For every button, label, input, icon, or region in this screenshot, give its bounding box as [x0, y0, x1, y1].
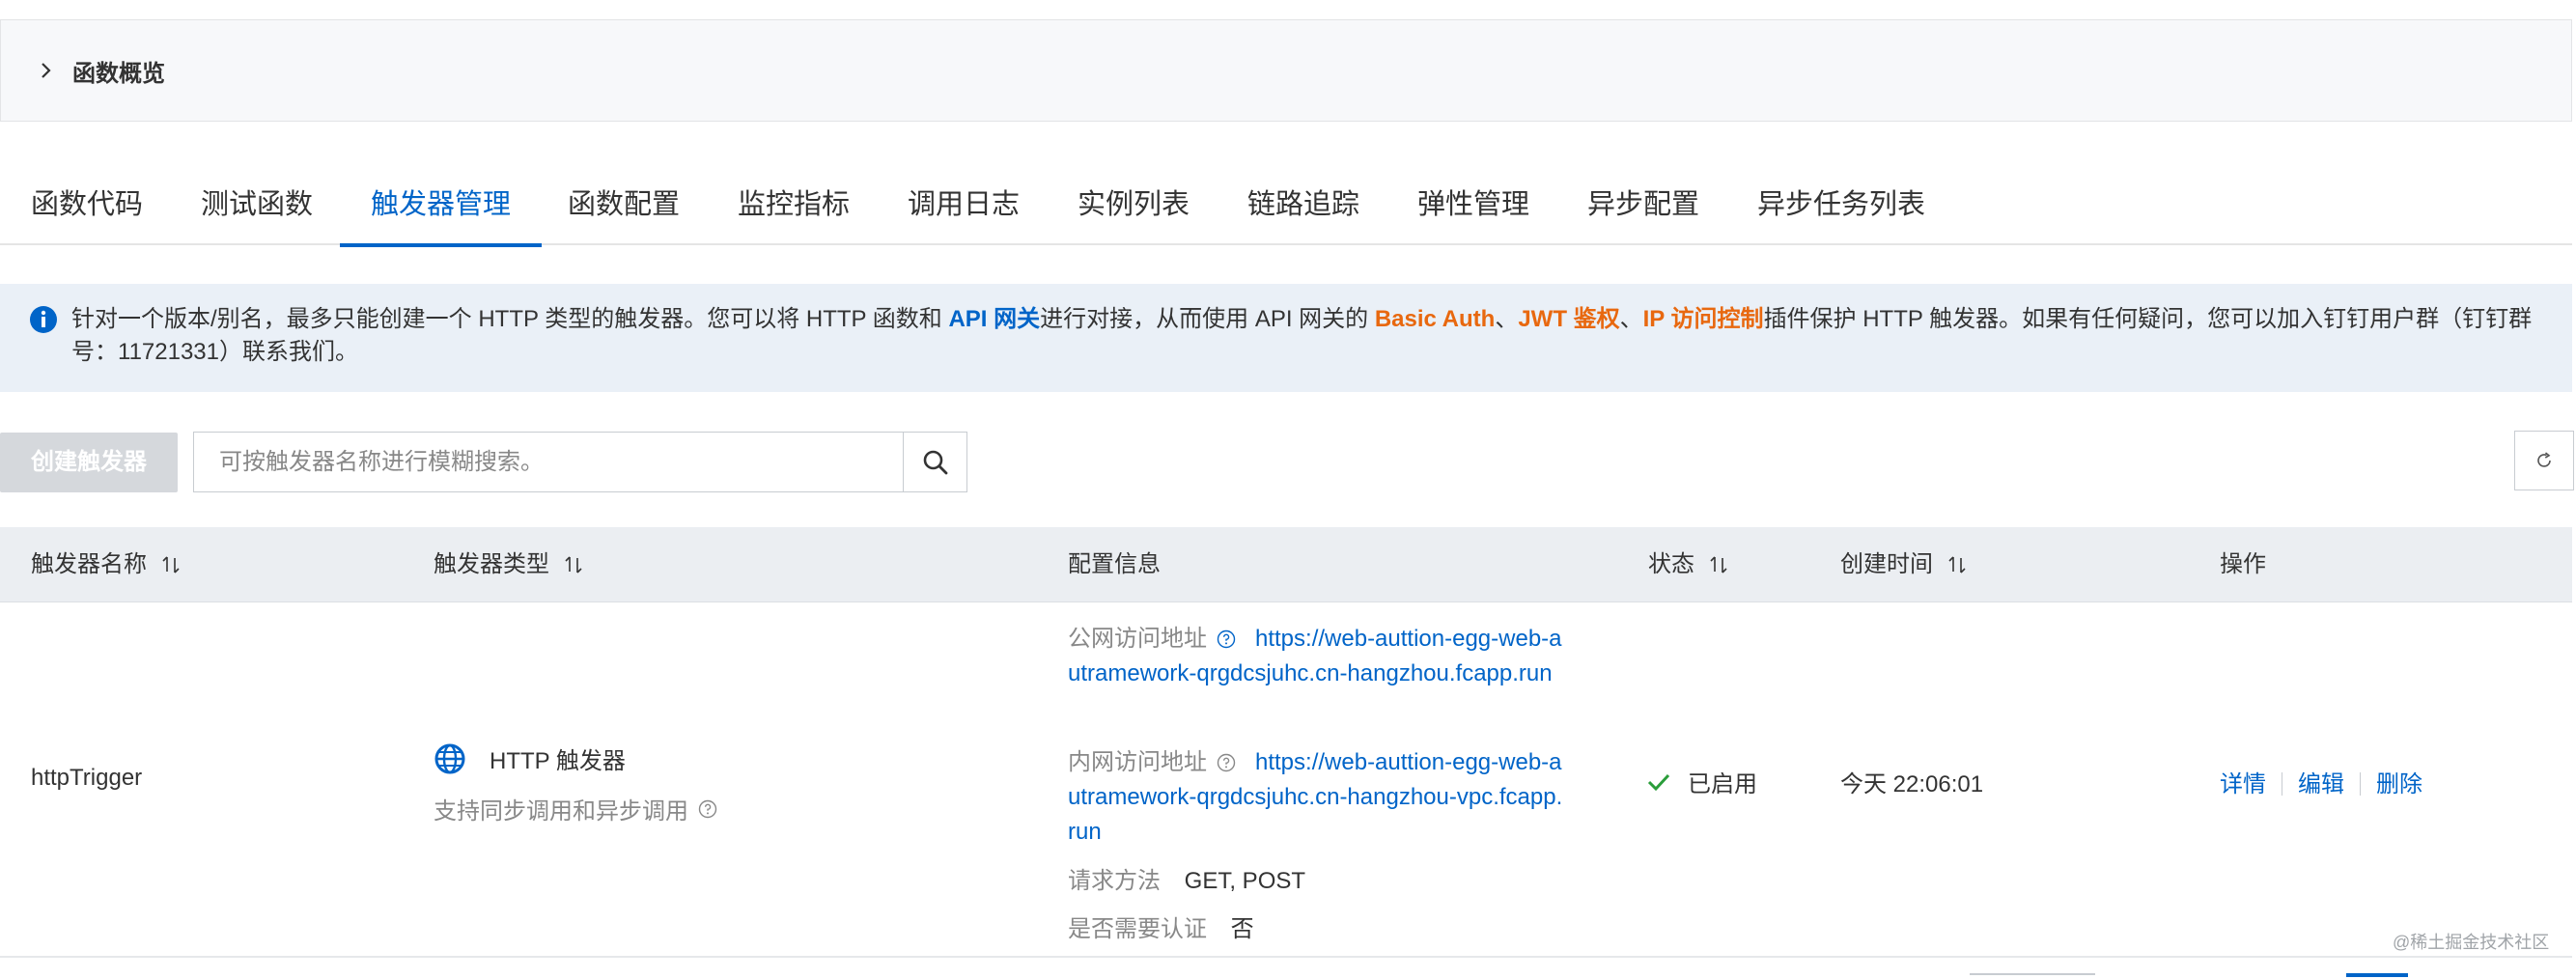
- tab-scaling[interactable]: 弹性管理: [1386, 164, 1560, 245]
- col-header-type[interactable]: 触发器类型: [434, 527, 584, 602]
- sort-icon[interactable]: [563, 554, 584, 575]
- tab-tracing[interactable]: 链路追踪: [1217, 164, 1390, 245]
- tab-async-config[interactable]: 异步配置: [1556, 164, 1730, 245]
- public-url-label: 公网访问地址: [1068, 626, 1207, 652]
- ip-access-control-link[interactable]: IP 访问控制: [1643, 306, 1764, 332]
- action-divider: [2360, 772, 2361, 796]
- tab-instance-list[interactable]: 实例列表: [1047, 164, 1220, 245]
- api-gateway-link[interactable]: API 网关: [948, 306, 1040, 332]
- help-icon[interactable]: [698, 799, 717, 819]
- tab-function-code[interactable]: 函数代码: [0, 164, 174, 245]
- status-text: 已启用: [1688, 771, 1757, 797]
- trigger-type-desc: 支持同步调用和异步调用: [434, 792, 729, 825]
- trigger-type-label: HTTP 触发器: [490, 748, 626, 774]
- trigger-name: httpTrigger: [31, 765, 143, 791]
- info-notice: 针对一个版本/别名，最多只能创建一个 HTTP 类型的触发器。您可以将 HTTP…: [0, 284, 2572, 392]
- info-icon: [30, 306, 57, 333]
- sort-icon[interactable]: [1946, 554, 1968, 575]
- refresh-icon: [2537, 452, 2551, 467]
- sort-icon[interactable]: [160, 554, 182, 575]
- col-header-type-label: 触发器类型: [434, 551, 549, 577]
- notice-text-part1: 针对一个版本/别名，最多只能创建一个 HTTP 类型的触发器。您可以将 HTTP…: [71, 306, 949, 332]
- overview-title: 函数概览: [72, 60, 165, 87]
- basic-auth-link[interactable]: Basic Auth: [1375, 306, 1495, 332]
- chevron-right-icon: [42, 63, 51, 78]
- status-badge: 已启用: [1645, 765, 1757, 798]
- trigger-type: HTTP 触发器: [434, 741, 626, 775]
- row-actions: 详情 编辑 删除: [2220, 765, 2422, 798]
- help-icon[interactable]: [1217, 629, 1236, 649]
- edit-link[interactable]: 编辑: [2298, 771, 2344, 797]
- col-header-actions: 操作: [2220, 527, 2266, 602]
- trigger-type-desc-text: 支持同步调用和异步调用: [434, 798, 688, 825]
- col-header-created-label: 创建时间: [1840, 551, 1933, 577]
- created-time: 今天 22:06:01: [1840, 771, 1984, 797]
- tab-monitoring-metrics[interactable]: 监控指标: [707, 164, 881, 245]
- function-tabs: 函数代码 测试函数 触发器管理 函数配置 监控指标 调用日志 实例列表 链路追踪…: [0, 164, 2572, 247]
- tab-async-task-list[interactable]: 异步任务列表: [1726, 164, 1956, 245]
- notice-separator: 、: [1619, 306, 1643, 332]
- col-header-config-label: 配置信息: [1068, 551, 1161, 577]
- internal-url-label: 内网访问地址: [1068, 749, 1207, 775]
- check-icon: [1647, 773, 1670, 791]
- internal-url-block: 内网访问地址 https://web-auttion-egg-web-autram…: [1068, 745, 1570, 850]
- pagination-active-partial: [2346, 973, 2408, 977]
- notice-text-part2: 进行对接，从而使用 API 网关的: [1040, 306, 1375, 332]
- pagination-partial: [1970, 973, 2095, 979]
- col-header-name-label: 触发器名称: [31, 551, 147, 577]
- col-header-status-label: 状态: [1648, 551, 1694, 577]
- search-icon: [923, 450, 947, 474]
- public-url-block: 公网访问地址 https://web-auttion-egg-web-autram…: [1068, 622, 1570, 691]
- tab-function-config[interactable]: 函数配置: [537, 164, 711, 245]
- detail-link[interactable]: 详情: [2220, 771, 2266, 797]
- create-trigger-button[interactable]: 创建触发器: [0, 433, 178, 492]
- tab-test-function[interactable]: 测试函数: [170, 164, 344, 245]
- col-header-status[interactable]: 状态: [1648, 527, 1729, 602]
- sort-icon[interactable]: [1708, 554, 1729, 575]
- auth-required-value: 否: [1230, 916, 1254, 942]
- auth-required: 是否需要认证 否: [1068, 909, 1254, 943]
- col-header-name[interactable]: 触发器名称: [31, 527, 182, 602]
- globe-icon: [434, 743, 465, 773]
- request-method-value: GET, POST: [1184, 868, 1306, 894]
- notice-text: 针对一个版本/别名，最多只能创建一个 HTTP 类型的触发器。您可以将 HTTP…: [71, 303, 2549, 369]
- help-icon[interactable]: [1217, 753, 1236, 772]
- table-row: httpTrigger HTTP 触发器 支持同步调用和异步调用 公网访问地址 h…: [0, 602, 2572, 958]
- auth-required-label: 是否需要认证: [1068, 916, 1207, 942]
- request-method-label: 请求方法: [1068, 868, 1161, 894]
- function-overview-panel[interactable]: 函数概览: [0, 19, 2572, 122]
- request-method: 请求方法 GET, POST: [1068, 861, 1305, 895]
- refresh-button[interactable]: [2514, 431, 2574, 490]
- search-button[interactable]: [903, 433, 966, 491]
- search-input[interactable]: [194, 433, 903, 491]
- tab-invocation-logs[interactable]: 调用日志: [877, 164, 1050, 245]
- trigger-search: [193, 432, 967, 492]
- delete-link[interactable]: 删除: [2376, 771, 2422, 797]
- col-header-created[interactable]: 创建时间: [1840, 527, 1968, 602]
- col-header-config: 配置信息: [1068, 527, 1161, 602]
- jwt-auth-link[interactable]: JWT 鉴权: [1518, 306, 1619, 332]
- table-header: 触发器名称 触发器类型 配置信息 状态 创建时间 操作: [0, 527, 2572, 602]
- tab-trigger-management[interactable]: 触发器管理: [340, 164, 543, 247]
- col-header-actions-label: 操作: [2220, 551, 2266, 577]
- notice-separator: 、: [1495, 306, 1519, 332]
- watermark: @稀土掘金技术社区: [2393, 933, 2550, 952]
